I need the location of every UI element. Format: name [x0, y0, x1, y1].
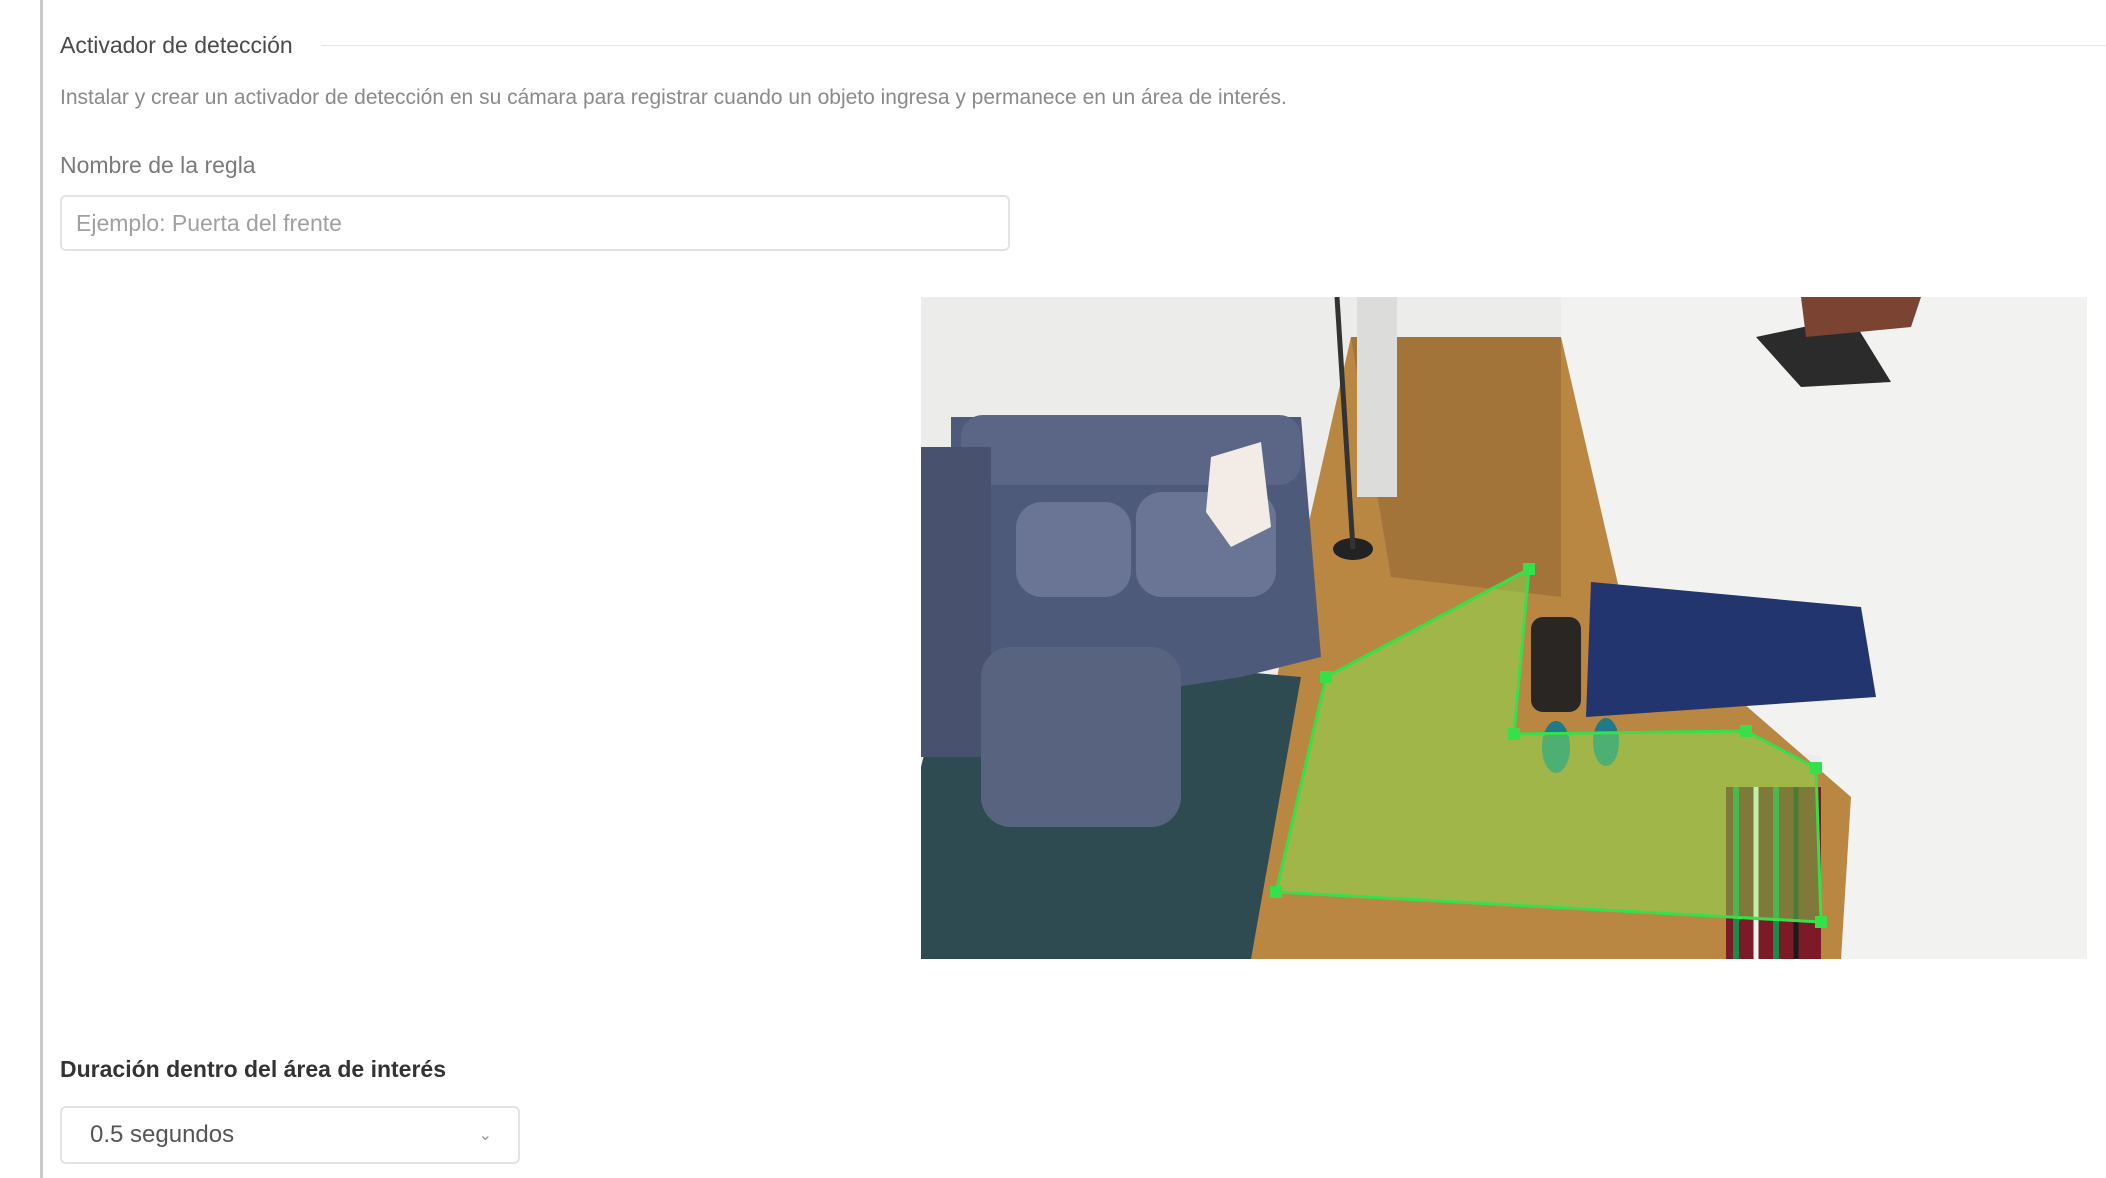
zone-vertex-handle[interactable]: [1810, 762, 1822, 774]
camera-preview: [921, 297, 2087, 959]
zone-vertex-handle[interactable]: [1523, 563, 1535, 575]
zone-vertex-handle[interactable]: [1815, 916, 1827, 928]
zone-vertex-handle[interactable]: [1740, 725, 1752, 737]
ottoman: [981, 647, 1181, 827]
rule-name-input[interactable]: [60, 195, 1010, 251]
hallway-wall: [1357, 297, 1397, 497]
boots: [1531, 617, 1581, 712]
chevron-down-icon: ⌄: [478, 1127, 492, 1144]
duration-label: Duración dentro del área de interés: [60, 1056, 447, 1082]
sofa-arm: [921, 447, 991, 757]
zone-vertex-handle[interactable]: [1320, 671, 1332, 683]
zone-vertex-handle[interactable]: [1270, 886, 1282, 898]
page-left-border: [40, 0, 43, 1178]
section-description: Instalar y crear un activador de detecci…: [60, 86, 1287, 109]
zone-vertex-handle[interactable]: [1508, 728, 1520, 740]
section-divider: [320, 44, 2106, 46]
duration-selected-value: 0.5 segundos: [90, 1121, 235, 1148]
section-header: Activador de detección: [60, 28, 2106, 62]
camera-image: [921, 297, 2087, 959]
section-title: Activador de detección: [60, 31, 293, 58]
rule-name-label: Nombre de la regla: [60, 152, 256, 178]
duration-select[interactable]: 0.5 segundos ⌄: [60, 1106, 520, 1164]
sofa-cushion-left: [1016, 502, 1131, 597]
